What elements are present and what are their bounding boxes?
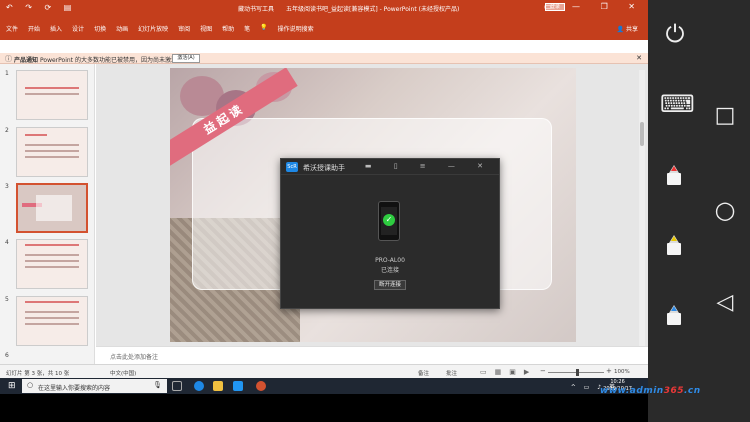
check-icon: ✓ [383,214,395,226]
tab-pen[interactable]: 笔 [244,24,250,33]
thumbnail-number: 3 [5,183,9,190]
slide-thumbnails-pane[interactable]: 1 2 3 4 5 6 [0,64,95,364]
powerpoint-screen: ↶ ↷ ⟳ ▤ 藏动书写工具 五年级阅读书吧_益起读[兼容模式] - Power… [0,0,648,422]
watermark-number: 365 [663,386,684,396]
red-pen-icon[interactable] [666,165,682,187]
watermark-prefix: www. [600,386,630,396]
keyboard-icon[interactable]: ⌨ [660,90,695,120]
comments-button[interactable]: 批注 [446,369,457,377]
zoom-in-button[interactable]: + [606,367,612,375]
thumbnail-number: 6 [5,352,9,359]
dialog-header: ScR 希沃授课助手 ▬ ▯ ≡ — ✕ [281,159,499,175]
thumbnail-number: 4 [5,239,9,246]
tab-transitions[interactable]: 切换 [94,24,106,33]
watermark-brand: admin [629,386,664,396]
home-icon[interactable]: ○ [710,196,740,226]
notes-placeholder: 点击此处添加备注 [110,354,159,361]
seewo-assistant-icon[interactable] [233,381,243,391]
person-icon: 👤 [616,26,625,33]
disconnect-button[interactable]: 断开连接 [374,280,406,290]
share-button[interactable]: 👤 共享 [617,24,638,33]
phone-icon: ✓ [378,201,400,241]
notification-message: PowerPoint 的大多数功能已被禁用，因为尚未激活。 [40,57,183,64]
taskbar-search[interactable]: ○ 在这里输入你要搜索的内容 🎙 [22,379,167,393]
title-bar: ↶ ↷ ⟳ ▤ 藏动书写工具 五年级阅读书吧_益起读[兼容模式] - Power… [0,0,648,40]
info-icon: ⓘ [5,55,12,63]
tab-help[interactable]: 帮助 [222,24,234,33]
window-controls[interactable]: ▭ — ❐ ✕ [544,2,644,11]
connection-status: 已连接 [380,267,399,274]
screen-border [0,394,648,422]
back-icon[interactable]: ◁ [710,290,740,320]
tell-me-search[interactable]: 操作说明搜索 [278,24,314,33]
vertical-scrollbar[interactable] [639,70,645,360]
notification-bar: ⓘ 产品通知 PowerPoint 的大多数功能已被禁用，因为尚未激活。 激活(… [0,53,648,64]
close-icon[interactable]: ✕ [636,54,642,62]
yellow-pen-icon[interactable] [666,235,682,257]
tab-file[interactable]: 文件 [6,24,18,33]
dialog-title: 希沃授课助手 [303,164,345,172]
language-indicator[interactable]: 中文(中国) [110,369,136,377]
device-name: PRO-AL00 [375,257,405,264]
ribbon-tabs: 文件 开始 插入 设计 切换 动画 幻灯片放映 审阅 视图 帮助 笔 💡 操作说… [6,24,314,33]
activate-button[interactable]: 激活(A) [172,54,200,63]
tab-design[interactable]: 设计 [72,24,84,33]
search-placeholder: 在这里输入你要搜索的内容 [38,385,111,392]
microphone-icon[interactable]: 🎙 [153,381,162,389]
site-watermark: www.admin365.cn [600,386,701,396]
thumbnail-number: 5 [5,296,9,303]
tab-home[interactable]: 开始 [28,24,40,33]
slide-thumbnail[interactable] [16,239,88,289]
file-explorer-icon[interactable] [213,381,223,391]
slide-thumbnail-selected[interactable] [16,183,88,233]
status-bar: 幻灯片 第 3 张，共 10 张 中文(中国) 备注 批注 ▭▦▣▶ − + 1… [0,364,648,378]
notes-pane[interactable]: 点击此处添加备注 [96,346,648,364]
scrollbar-thumb[interactable] [640,122,644,146]
context-tab-label: 藏动书写工具 [238,6,275,13]
slide-count: 幻灯片 第 3 张，共 10 张 [6,371,70,377]
tab-slideshow[interactable]: 幻灯片放映 [138,24,168,33]
seewo-logo-icon: ScR [286,162,298,172]
search-icon: ○ [27,381,34,389]
tab-review[interactable]: 审阅 [178,24,190,33]
tab-animations[interactable]: 动画 [116,24,128,33]
powerpoint-icon[interactable] [256,381,266,391]
thumbnail-number: 1 [5,70,9,77]
clock-time: 10:26 [610,379,625,385]
notification-label: 产品通知 [14,57,39,64]
seewo-assistant-dialog: ScR 希沃授课助手 ▬ ▯ ≡ — ✕ ✓ PRO-AL00 已连接 断开连接 [280,158,500,309]
slide-thumbnail[interactable] [16,296,88,346]
edge-browser-icon[interactable] [194,381,204,391]
zoom-level[interactable]: 100% [614,369,630,375]
windows-start-icon[interactable]: ⊞ [8,381,16,391]
document-title: 五年级阅读书吧_益起读[兼容模式] - PowerPoint (未经授权产品) [286,6,460,13]
blue-pen-icon[interactable] [666,305,682,327]
lightbulb-icon: 💡 [260,24,268,31]
thumbnail-number: 2 [5,127,9,134]
view-buttons[interactable]: ▭▦▣▶ [480,368,537,376]
watermark-suffix: .cn [683,386,701,396]
slide-thumbnail[interactable] [16,70,88,120]
tab-insert[interactable]: 插入 [50,24,62,33]
tab-view[interactable]: 视图 [200,24,212,33]
task-view-icon[interactable] [172,381,182,391]
share-label: 共享 [625,26,638,33]
quick-access-toolbar[interactable]: ↶ ↷ ⟳ ▤ [6,3,76,12]
notes-button[interactable]: 备注 [418,369,429,377]
zoom-out-button[interactable]: − [540,367,546,375]
dialog-window-controls[interactable]: ▬ ▯ ≡ — ✕ [365,162,493,170]
slide-thumbnail[interactable] [16,127,88,177]
power-icon[interactable]: ⏻ [660,20,690,50]
windows-taskbar: ⊞ ○ 在这里输入你要搜索的内容 🎙 ^ ▭ ♪ 英 10:26 2019/10… [0,378,648,394]
recent-apps-icon[interactable]: □ [710,103,740,133]
zoom-slider-knob[interactable] [576,369,579,376]
